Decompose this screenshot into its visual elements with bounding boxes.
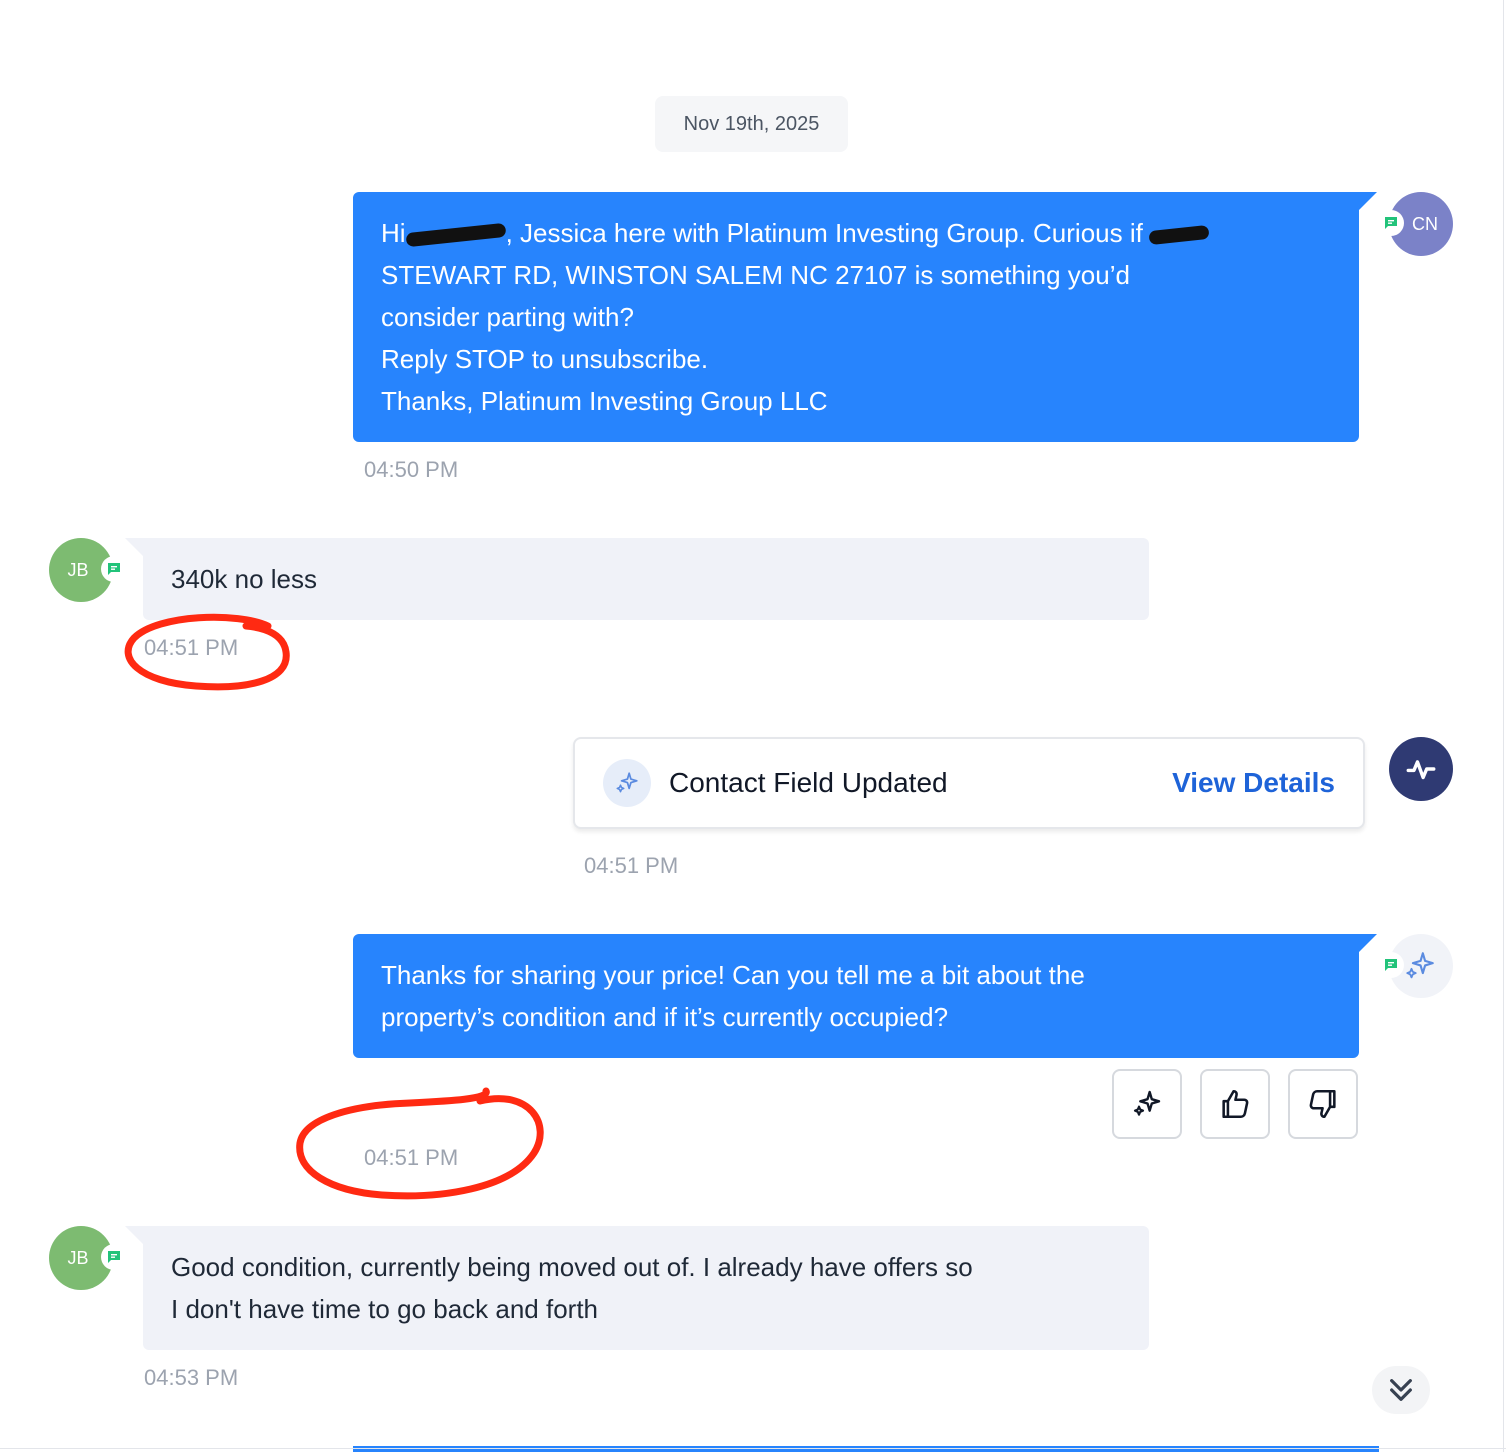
thumbs-up-button[interactable]: [1200, 1069, 1270, 1139]
bubble-tail: [125, 538, 143, 556]
redacted-name: [405, 222, 507, 248]
right-border: [1503, 0, 1504, 1452]
outgoing-message-bubble: Thanks for sharing your price! Can you t…: [353, 934, 1377, 1058]
sms-channel-badge: [101, 1244, 127, 1270]
view-details-link[interactable]: View Details: [1172, 767, 1335, 799]
avatar-initials: JB: [67, 559, 89, 580]
chat-square-icon: [1385, 959, 1397, 971]
bubble-tail: [1359, 192, 1377, 210]
activity-pulse-icon: [1406, 760, 1436, 780]
redacted-number: [1148, 225, 1210, 246]
message-line: consider parting with?: [381, 302, 634, 332]
conversation-view: Nov 19th, 2025 Hi, Jessica here with Pla…: [0, 0, 1506, 1452]
sms-channel-badge: [101, 556, 127, 582]
next-message-bubble-edge: [353, 1446, 1379, 1452]
message-timestamp: 04:51 PM: [364, 1145, 459, 1170]
sms-channel-badge: [1378, 210, 1404, 236]
message-line: STEWART RD, WINSTON SALEM NC 27107 is so…: [381, 260, 1130, 290]
avatar-initials: JB: [67, 1247, 89, 1268]
event-title: Contact Field Updated: [669, 767, 948, 798]
sparkles-icon: [1406, 952, 1434, 979]
event-timestamp: 04:51 PM: [584, 853, 679, 878]
message-line: 340k no less: [171, 564, 317, 594]
sms-channel-badge: [1378, 952, 1404, 978]
double-chevron-down-icon: [1390, 1379, 1412, 1401]
avatar-initials: CN: [1412, 213, 1438, 234]
chat-square-icon: [108, 563, 120, 575]
message-line: property’s condition and if it’s current…: [381, 1002, 949, 1032]
message-timestamp: 04:51 PM: [144, 635, 239, 660]
message-line: Good condition, currently being moved ou…: [171, 1252, 973, 1282]
bottom-border: [0, 1448, 1506, 1449]
thumbs-down-button[interactable]: [1288, 1069, 1358, 1139]
regenerate-ai-button[interactable]: [1112, 1069, 1182, 1139]
chat-square-icon: [108, 1251, 120, 1263]
message-timestamp: 04:50 PM: [364, 457, 459, 482]
date-separator: Nov 19th, 2025: [655, 96, 848, 152]
sparkles-icon: [1133, 1090, 1161, 1116]
event-icon: [603, 759, 651, 807]
message-line: Reply STOP to unsubscribe.: [381, 344, 709, 374]
message-line: Thanks for sharing your price! Can you t…: [381, 960, 1085, 990]
message-line: Thanks, Platinum Investing Group LLC: [381, 386, 828, 416]
bubble-tail: [125, 1226, 143, 1244]
incoming-message-bubble: 340k no less: [125, 538, 1149, 620]
bubble-tail: [1359, 934, 1377, 952]
outgoing-message-bubble: Hi, Jessica here with Platinum Investing…: [353, 192, 1377, 442]
activity-avatar: [1389, 737, 1453, 801]
sparkles-icon: [616, 772, 638, 793]
message-timestamp: 04:53 PM: [144, 1365, 239, 1390]
contact-field-updated-card: Contact Field Updated View Details: [573, 737, 1365, 829]
chat-square-icon: [1385, 217, 1397, 229]
message-line: I don't have time to go back and forth: [171, 1294, 599, 1324]
incoming-message-bubble: Good condition, currently being moved ou…: [125, 1226, 1149, 1350]
scroll-to-bottom-button[interactable]: [1372, 1366, 1430, 1414]
message-line: Hi, Jessica here with Platinum Investing…: [381, 212, 1331, 254]
thumbs-up-icon: [1222, 1089, 1249, 1119]
thumbs-down-icon: [1309, 1089, 1336, 1119]
